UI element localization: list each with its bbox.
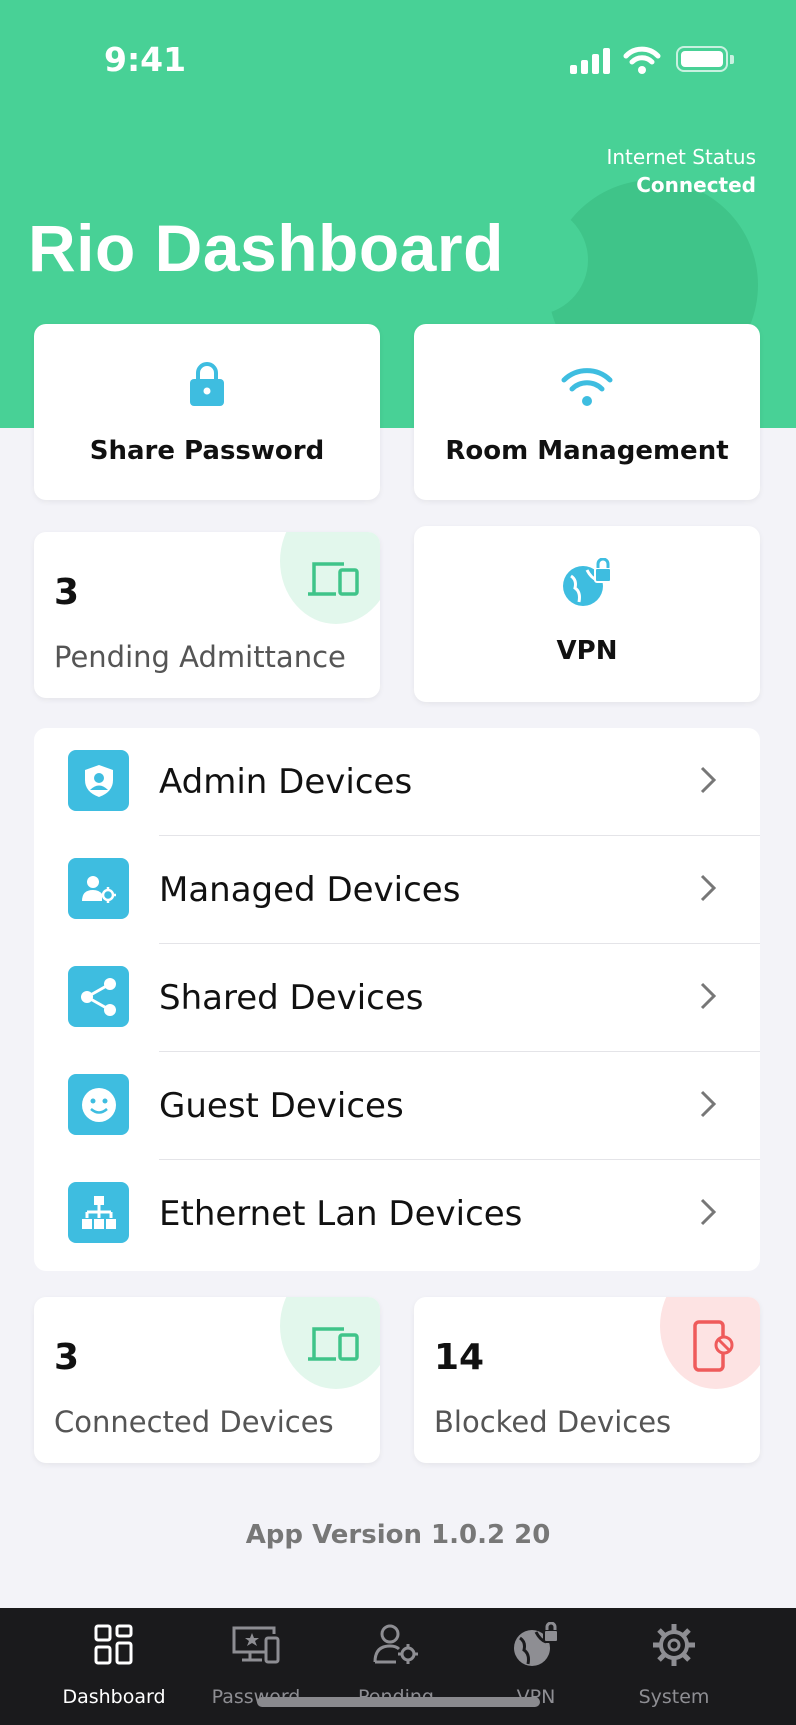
connected-label: Connected Devices bbox=[54, 1405, 334, 1439]
tab-dashboard[interactable]: Dashboard bbox=[44, 1608, 184, 1725]
devices-icon bbox=[308, 562, 359, 596]
list-item-admin-devices[interactable]: Admin Devices bbox=[34, 728, 760, 836]
grid-icon bbox=[94, 1624, 133, 1665]
blocked-label: Blocked Devices bbox=[434, 1405, 672, 1439]
tab-system[interactable]: System bbox=[604, 1608, 744, 1725]
smiley-icon bbox=[68, 1074, 129, 1135]
shield-user-icon bbox=[68, 750, 129, 811]
vpn-card[interactable]: VPN bbox=[414, 526, 760, 702]
wifi-status-icon bbox=[623, 46, 661, 74]
list-item-ethernet-lan-devices[interactable]: Ethernet Lan Devices bbox=[34, 1160, 760, 1268]
pending-label: Pending Admittance bbox=[54, 640, 346, 674]
user-gear-icon bbox=[373, 1624, 418, 1664]
pending-admittance-card[interactable]: 3 Pending Admittance bbox=[34, 532, 380, 698]
tab-label: System bbox=[638, 1686, 710, 1708]
vpn-label: VPN bbox=[556, 636, 618, 666]
pending-count: 3 bbox=[54, 572, 80, 613]
connected-devices-card[interactable]: 3 Connected Devices bbox=[34, 1297, 380, 1463]
user-gear-icon bbox=[68, 858, 129, 919]
network-icon bbox=[68, 1182, 129, 1243]
internet-status-label: Internet Status bbox=[606, 145, 756, 169]
page-title: Rio Dashboard bbox=[28, 211, 504, 285]
device-list: Admin Devices Managed Devices Shared Dev… bbox=[34, 728, 760, 1271]
status-time: 9:41 bbox=[104, 40, 187, 79]
list-item-label: Guest Devices bbox=[159, 1086, 404, 1126]
share-password-label: Share Password bbox=[89, 436, 325, 466]
blocked-count: 14 bbox=[434, 1337, 485, 1378]
chevron-right-icon bbox=[700, 874, 717, 902]
battery-icon bbox=[676, 46, 728, 72]
bottom-tab-bar: Dashboard Password Pending VPN bbox=[0, 1608, 796, 1725]
list-item-guest-devices[interactable]: Guest Devices bbox=[34, 1052, 760, 1160]
chevron-right-icon bbox=[700, 766, 717, 794]
lock-icon bbox=[190, 362, 224, 406]
list-item-shared-devices[interactable]: Shared Devices bbox=[34, 944, 760, 1052]
list-item-label: Ethernet Lan Devices bbox=[159, 1194, 523, 1234]
share-icon bbox=[68, 966, 129, 1027]
blocked-phone-icon bbox=[693, 1320, 734, 1372]
monitor-star-icon bbox=[232, 1626, 280, 1664]
tab-password[interactable]: Password bbox=[186, 1608, 326, 1725]
cellular-signal-icon bbox=[570, 46, 612, 74]
tab-label: Dashboard bbox=[62, 1686, 166, 1708]
tab-vpn[interactable]: VPN bbox=[466, 1608, 606, 1725]
list-item-label: Managed Devices bbox=[159, 870, 461, 910]
list-item-managed-devices[interactable]: Managed Devices bbox=[34, 836, 760, 944]
chevron-right-icon bbox=[700, 1090, 717, 1118]
battery-cap bbox=[730, 55, 734, 64]
tab-pending[interactable]: Pending bbox=[326, 1608, 466, 1725]
chevron-right-icon bbox=[700, 1198, 717, 1226]
gear-icon bbox=[653, 1624, 695, 1666]
devices-icon bbox=[308, 1327, 359, 1361]
wifi-icon bbox=[561, 368, 613, 406]
room-management-label: Room Management bbox=[445, 436, 729, 466]
home-indicator bbox=[257, 1697, 540, 1707]
connected-count: 3 bbox=[54, 1337, 80, 1378]
share-password-card[interactable]: Share Password bbox=[34, 324, 380, 500]
chevron-right-icon bbox=[700, 982, 717, 1010]
status-bar: 9:41 bbox=[0, 0, 796, 110]
room-management-card[interactable]: Room Management bbox=[414, 324, 760, 500]
list-item-label: Admin Devices bbox=[159, 762, 413, 802]
blocked-devices-card[interactable]: 14 Blocked Devices bbox=[414, 1297, 760, 1463]
globe-lock-icon bbox=[514, 1622, 559, 1666]
app-version: App Version 1.0.2 20 bbox=[245, 1520, 551, 1550]
globe-lock-icon bbox=[563, 558, 612, 606]
list-item-label: Shared Devices bbox=[159, 978, 424, 1018]
internet-status-value: Connected bbox=[636, 173, 756, 197]
